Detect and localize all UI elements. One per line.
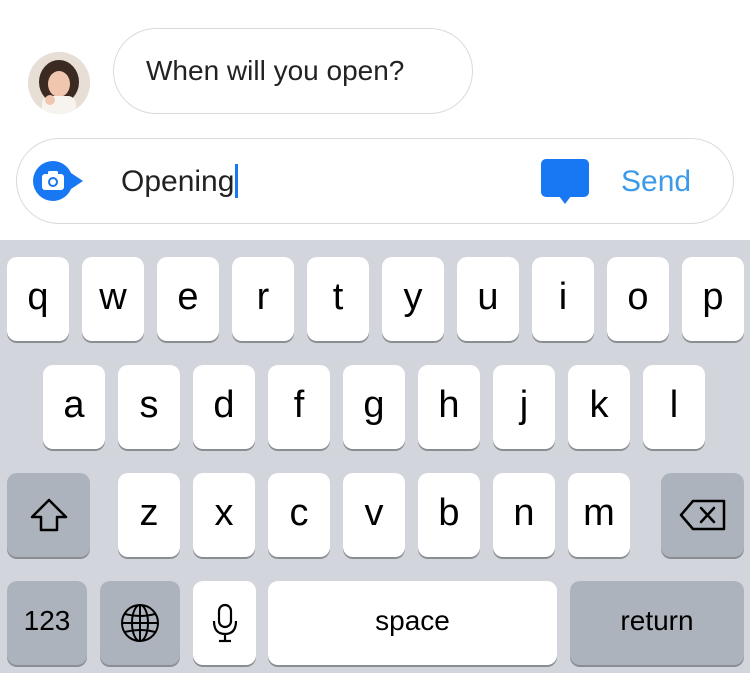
incoming-message-bubble: When will you open? — [113, 28, 473, 114]
key-j[interactable]: j — [493, 365, 555, 449]
key-y[interactable]: y — [382, 257, 444, 341]
key-u[interactable]: u — [457, 257, 519, 341]
shift-key[interactable] — [7, 473, 90, 557]
message-input[interactable]: Opening — [121, 139, 239, 225]
key-h[interactable]: h — [418, 365, 480, 449]
key-o[interactable]: o — [607, 257, 669, 341]
key-i[interactable]: i — [532, 257, 594, 341]
key-f[interactable]: f — [268, 365, 330, 449]
numbers-key[interactable]: 123 — [7, 581, 87, 665]
avatar[interactable] — [28, 52, 90, 114]
key-d[interactable]: d — [193, 365, 255, 449]
key-m[interactable]: m — [568, 473, 630, 557]
key-x[interactable]: x — [193, 473, 255, 557]
key-b[interactable]: b — [418, 473, 480, 557]
text-caret — [235, 164, 239, 199]
space-key[interactable]: space — [268, 581, 557, 665]
key-c[interactable]: c — [268, 473, 330, 557]
microphone-key[interactable] — [193, 581, 256, 665]
message-input-value: Opening — [121, 165, 235, 198]
key-r[interactable]: r — [232, 257, 294, 341]
message-composer: Opening Send — [16, 138, 734, 224]
incoming-message-text: When will you open? — [146, 55, 405, 86]
keyboard: qwertyuiop asdfghjkl zxcvbnm 123 space r… — [0, 240, 750, 673]
shift-icon — [30, 498, 67, 532]
backspace-icon — [679, 499, 725, 531]
delete-key[interactable] — [661, 473, 744, 557]
key-v[interactable]: v — [343, 473, 405, 557]
speech-bubble-icon[interactable] — [541, 159, 589, 205]
camera-icon[interactable] — [33, 161, 85, 201]
globe-key[interactable] — [100, 581, 180, 665]
key-p[interactable]: p — [682, 257, 744, 341]
key-z[interactable]: z — [118, 473, 180, 557]
send-button[interactable]: Send — [621, 139, 691, 225]
key-g[interactable]: g — [343, 365, 405, 449]
microphone-icon — [212, 603, 237, 643]
return-key[interactable]: return — [570, 581, 744, 665]
globe-icon — [121, 604, 159, 642]
key-n[interactable]: n — [493, 473, 555, 557]
key-l[interactable]: l — [643, 365, 705, 449]
key-s[interactable]: s — [118, 365, 180, 449]
key-w[interactable]: w — [82, 257, 144, 341]
chat-area: When will you open? Opening Send — [0, 0, 750, 240]
avatar-photo — [28, 52, 90, 114]
key-t[interactable]: t — [307, 257, 369, 341]
key-a[interactable]: a — [43, 365, 105, 449]
key-q[interactable]: q — [7, 257, 69, 341]
key-e[interactable]: e — [157, 257, 219, 341]
key-k[interactable]: k — [568, 365, 630, 449]
